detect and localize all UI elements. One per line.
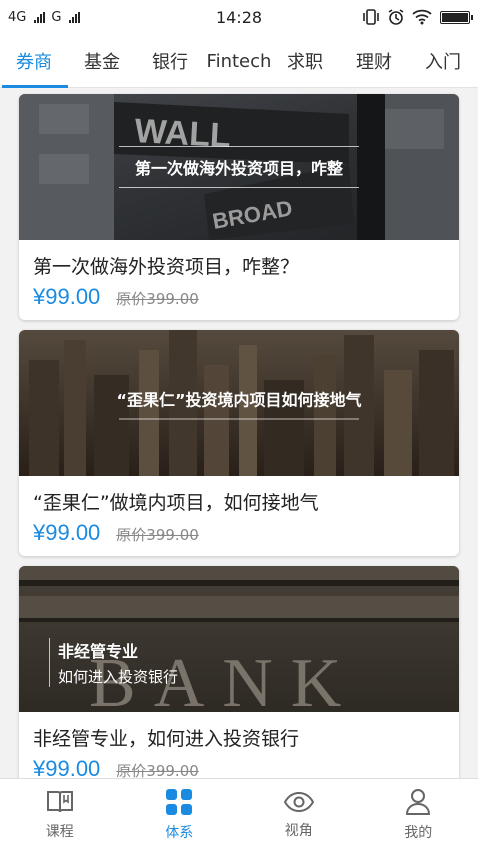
clock: 14:28 bbox=[215, 7, 263, 27]
network-type-1: 4G bbox=[8, 9, 27, 25]
card-body: 第一次做海外投资项目，咋整？ ¥99.00 原价399.00 bbox=[19, 240, 459, 320]
battery-icon bbox=[440, 10, 473, 24]
nav-label: 课程 bbox=[45, 823, 74, 840]
price-row: ¥99.00 原价399.00 bbox=[33, 284, 445, 310]
course-card[interactable]: “歪果仁”投资境内项目如何接地气 “歪果仁”做境内项目，如何接地气 ¥99.00… bbox=[19, 330, 459, 556]
tab-jijin[interactable]: 基金 bbox=[68, 34, 136, 88]
original-price: 原价399.00 bbox=[116, 290, 199, 308]
card-body: “歪果仁”做境内项目，如何接地气 ¥99.00 原价399.00 bbox=[19, 476, 459, 556]
eye-icon bbox=[283, 791, 314, 812]
card-body: 非经管专业，如何进入投资银行 ¥99.00 原价399.00 bbox=[19, 712, 459, 778]
nav-system[interactable]: 体系 bbox=[120, 779, 240, 850]
original-price: 原价399.00 bbox=[116, 526, 199, 544]
person-icon bbox=[406, 788, 431, 815]
tab-fintech[interactable]: Fintech bbox=[204, 34, 274, 88]
cover-caption: “歪果仁”投资境内项目如何接地气 bbox=[19, 387, 459, 420]
course-price: ¥99.00 bbox=[33, 520, 101, 545]
cover-caption-text: 第一次做海外投资项目，咋整 bbox=[134, 159, 343, 178]
network-type-2: G bbox=[51, 9, 62, 25]
course-cover-image: “歪果仁”投资境内项目如何接地气 bbox=[19, 330, 459, 476]
cover-caption: 非经管专业 如何进入投资银行 bbox=[49, 638, 178, 687]
nav-courses[interactable]: 课程 bbox=[0, 779, 120, 850]
course-card[interactable]: WALL BROAD 第一次做海外投资项目，咋整 第一次做海外投资项目，咋整？ … bbox=[19, 94, 459, 320]
nav-profile[interactable]: 我的 bbox=[359, 779, 478, 850]
nav-label: 体系 bbox=[165, 824, 194, 841]
course-price: ¥99.00 bbox=[33, 284, 101, 309]
course-cover-image: BANK 非经管专业 如何进入投资银行 bbox=[19, 566, 459, 712]
course-price: ¥99.00 bbox=[33, 756, 101, 778]
caption-divider bbox=[119, 187, 359, 188]
tab-quanshang[interactable]: 券商 bbox=[0, 34, 68, 88]
cover-caption: 第一次做海外投资项目，咋整 bbox=[19, 146, 459, 188]
caption-divider bbox=[119, 418, 359, 420]
original-price: 原价399.00 bbox=[116, 762, 199, 778]
nav-label: 我的 bbox=[404, 824, 433, 841]
signal-icon bbox=[69, 11, 81, 23]
book-icon bbox=[46, 790, 73, 812]
caption-divider bbox=[119, 146, 359, 147]
price-row: ¥99.00 原价399.00 bbox=[33, 756, 445, 778]
course-list: WALL BROAD 第一次做海外投资项目，咋整 第一次做海外投资项目，咋整？ … bbox=[0, 88, 478, 778]
grid-icon bbox=[166, 788, 193, 815]
tab-yinhang[interactable]: 银行 bbox=[136, 34, 204, 88]
nav-label: 视角 bbox=[284, 822, 313, 839]
cover-caption-text: “歪果仁”投资境内项目如何接地气 bbox=[116, 390, 362, 410]
price-row: ¥99.00 原价399.00 bbox=[33, 520, 445, 546]
network-indicators: 4G G bbox=[8, 9, 81, 25]
nav-perspective[interactable]: 视角 bbox=[239, 779, 359, 850]
tab-qiuzhi[interactable]: 求职 bbox=[274, 34, 336, 88]
cover-caption-line1: 非经管专业 bbox=[58, 642, 139, 661]
category-tabs: 券商 基金 银行 Fintech 求职 理财 入门 bbox=[0, 34, 478, 88]
system-icons bbox=[362, 9, 473, 25]
tab-licai[interactable]: 理财 bbox=[340, 34, 408, 88]
bottom-navigation: 课程 体系 视角 我的 bbox=[0, 778, 478, 850]
course-card[interactable]: BANK 非经管专业 如何进入投资银行 非经管专业，如何进入投资银行 ¥99.0… bbox=[19, 566, 459, 778]
course-cover-image: WALL BROAD 第一次做海外投资项目，咋整 bbox=[19, 94, 459, 240]
wifi-icon bbox=[412, 9, 432, 25]
cover-caption-line2: 如何进入投资银行 bbox=[58, 668, 179, 686]
alarm-icon bbox=[388, 9, 404, 25]
vibrate-icon bbox=[363, 9, 379, 25]
course-title: 非经管专业，如何进入投资银行 bbox=[33, 728, 300, 750]
course-title: 第一次做海外投资项目，咋整？ bbox=[33, 256, 300, 278]
course-title: “歪果仁”做境内项目，如何接地气 bbox=[33, 492, 319, 514]
status-bar: 4G G 14:28 bbox=[0, 0, 478, 34]
tab-rumen[interactable]: 入门 bbox=[408, 34, 478, 88]
signal-icon bbox=[34, 11, 46, 23]
